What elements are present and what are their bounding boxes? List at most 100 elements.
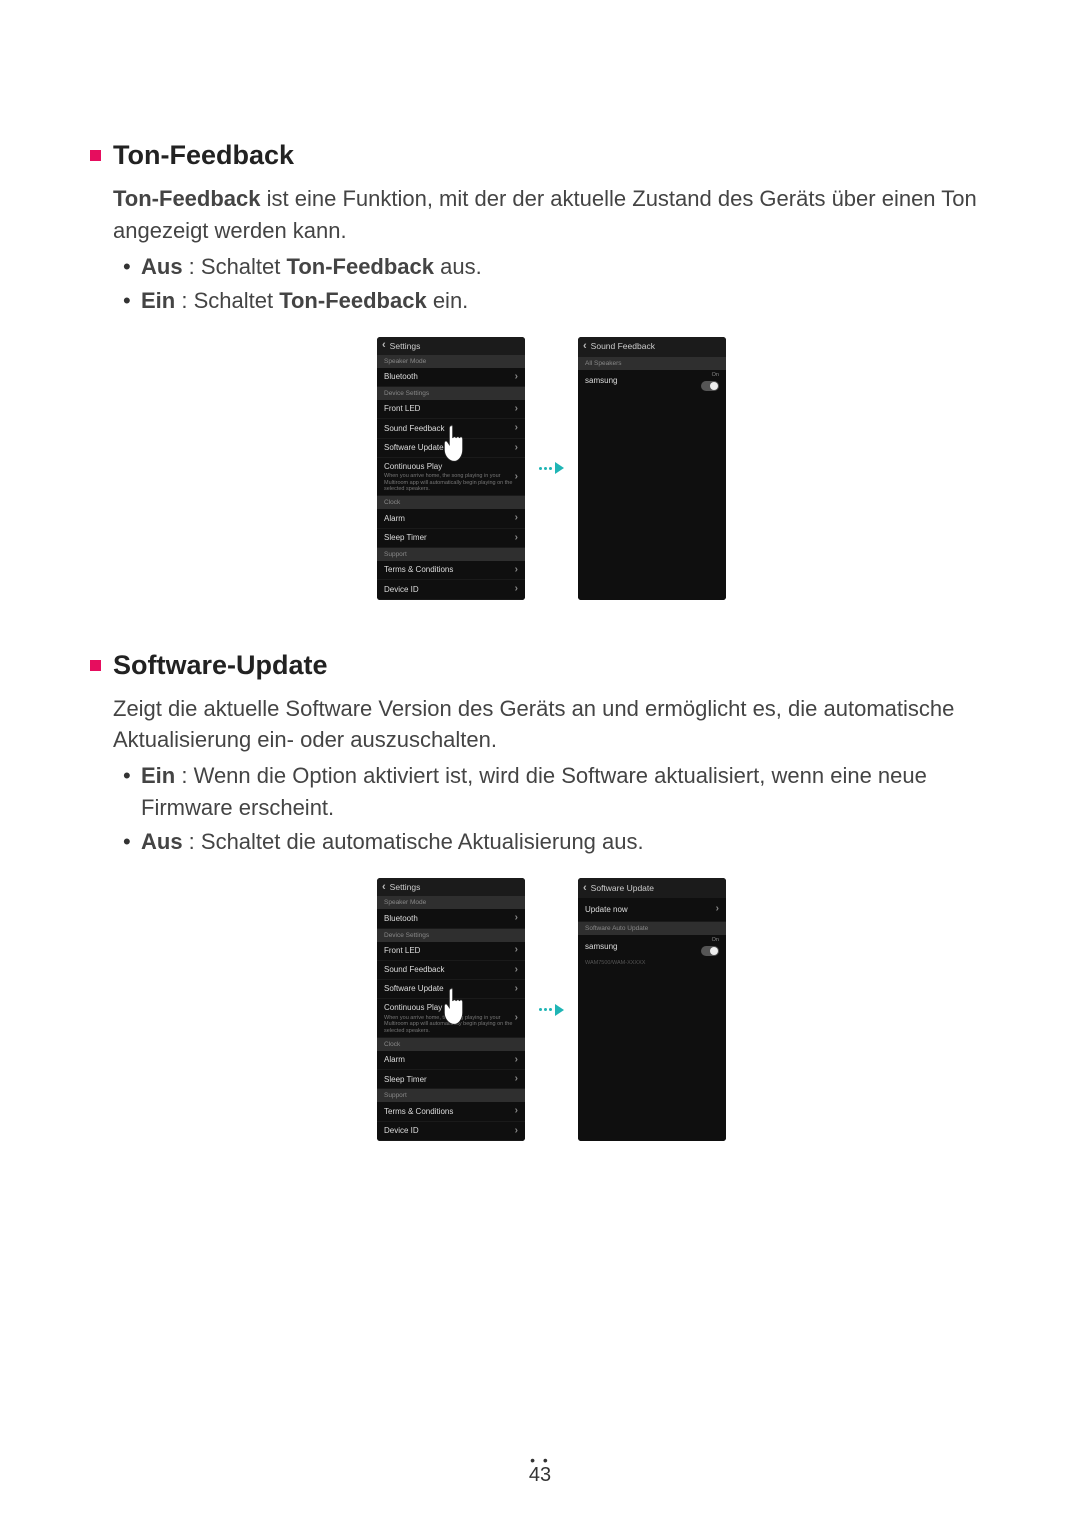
row-label: Terms & Conditions (384, 564, 453, 576)
chevron-right-icon: › (515, 1011, 518, 1026)
row-continuous-play[interactable]: Continuous Play When you arrive home, th… (377, 458, 525, 496)
phone-title: Software Update (591, 882, 654, 894)
row-label: Sound Feedback (384, 423, 445, 435)
row-label: Software Update (384, 442, 444, 454)
phone-header[interactable]: ‹ Settings (377, 878, 525, 896)
phone-header[interactable]: ‹ Software Update (578, 878, 726, 898)
phone-title: Settings (390, 340, 421, 352)
section-ton-feedback: Ton-Feedback Ton-Feedback ist eine Funkt… (90, 140, 990, 600)
chevron-right-icon: › (515, 963, 518, 978)
phone-title: Sound Feedback (591, 340, 655, 352)
phone-title: Settings (390, 881, 421, 893)
chevron-right-icon: › (515, 370, 518, 385)
row-sound-feedback[interactable]: Sound Feedback › (377, 961, 525, 980)
bullet-icon (90, 150, 101, 161)
toggle-wrap: On (701, 937, 719, 956)
row-sleep-timer[interactable]: Sleep Timer› (377, 529, 525, 548)
row-software-update[interactable]: Software Update› (377, 980, 525, 999)
section-label: Software Auto Update (578, 922, 726, 935)
row-alarm[interactable]: Alarm › (377, 1051, 525, 1070)
bullet-icon (90, 660, 101, 671)
toggle-switch[interactable] (701, 381, 719, 391)
row-sub: When you arrive home, the song playing i… (384, 1015, 518, 1035)
chevron-right-icon: › (515, 441, 518, 456)
toggle-switch[interactable] (701, 946, 719, 956)
toggle-label: On (712, 372, 719, 380)
toggle-row-samsung[interactable]: samsung On (578, 370, 726, 393)
phone-header[interactable]: ‹ Settings (377, 337, 525, 355)
list-bold2: Ton-Feedback (287, 254, 435, 279)
list-rest: : Schaltet die automatische Aktualisieru… (183, 829, 644, 854)
row-terms[interactable]: Terms & Conditions › (377, 561, 525, 580)
list-label: Ein (141, 288, 175, 313)
row-label: Sound Feedback (384, 964, 445, 976)
section-label: Support (377, 548, 525, 561)
back-icon[interactable]: ‹ (583, 341, 587, 352)
list-item: Aus : Schaltet Ton-Feedback aus. (113, 251, 990, 283)
list-label: Aus (141, 254, 183, 279)
phone-filler (578, 969, 726, 1141)
row-front-led[interactable]: Front LED› (377, 400, 525, 419)
row-software-update[interactable]: Software Update › (377, 439, 525, 458)
section-title-row: Software-Update (90, 650, 990, 681)
row-sub: When you arrive home, the song playing i… (384, 473, 518, 493)
chevron-right-icon: › (515, 421, 518, 436)
phone-settings: ‹ Settings Speaker Mode Bluetooth› Devic… (377, 337, 525, 600)
section-label: All Speakers (578, 357, 726, 370)
row-label: Continuous Play (384, 1002, 442, 1014)
row-sound-feedback[interactable]: Sound Feedback › (377, 419, 525, 438)
row-front-led[interactable]: Front LED› (377, 942, 525, 961)
section-heading: Software-Update (113, 650, 328, 681)
chevron-right-icon: › (515, 1053, 518, 1068)
row-label: Sleep Timer (384, 1074, 427, 1086)
row-alarm[interactable]: Alarm› (377, 509, 525, 528)
list-item: Aus : Schaltet die automatische Aktualis… (113, 826, 990, 858)
row-continuous-play[interactable]: Continuous Play When you arrive home, th… (377, 999, 525, 1037)
phone-settings: ‹ Settings Speaker Mode Bluetooth› Devic… (377, 878, 525, 1141)
bullet-list: Ein : Wenn die Option aktiviert ist, wir… (113, 760, 990, 858)
section-label: Clock (377, 1038, 525, 1051)
back-icon[interactable]: ‹ (382, 882, 386, 893)
chevron-right-icon: › (515, 1072, 518, 1087)
row-bluetooth[interactable]: Bluetooth› (377, 909, 525, 928)
phone-header[interactable]: ‹ Sound Feedback (578, 337, 726, 357)
row-label: Continuous Play (384, 461, 442, 473)
model-text: WAM7500/WAM-XXXXX (578, 958, 726, 969)
chevron-right-icon: › (515, 563, 518, 578)
section-label: Speaker Mode (377, 896, 525, 909)
arrow-flow-icon (539, 462, 564, 474)
back-icon[interactable]: ‹ (382, 340, 386, 351)
chevron-right-icon: › (716, 902, 719, 917)
row-terms[interactable]: Terms & Conditions› (377, 1102, 525, 1121)
row-device-id[interactable]: Device ID› (377, 580, 525, 599)
toggle-wrap: On (701, 372, 719, 391)
page-dots-icon: • • (529, 1456, 551, 1464)
row-sleep-timer[interactable]: Sleep Timer › (377, 1070, 525, 1089)
row-label: Alarm (384, 1054, 405, 1066)
row-device-id[interactable]: Device ID› (377, 1122, 525, 1141)
section-body: Zeigt die aktuelle Software Version des … (113, 693, 990, 1141)
list-rest: : Wenn die Option aktiviert ist, wird di… (141, 763, 927, 820)
toggle-row-samsung[interactable]: samsung On (578, 935, 726, 958)
row-label: Front LED (384, 945, 420, 957)
toggle-label: On (712, 937, 719, 945)
bullet-list: Aus : Schaltet Ton-Feedback aus. Ein : S… (113, 251, 990, 317)
arrow-flow-icon (539, 1004, 564, 1016)
row-update-now[interactable]: Update now› (578, 898, 726, 922)
section-label: Device Settings (377, 387, 525, 400)
chevron-right-icon: › (515, 1104, 518, 1119)
section-label: Clock (377, 496, 525, 509)
row-label: Front LED (384, 403, 420, 415)
section-label: Device Settings (377, 929, 525, 942)
chevron-right-icon: › (515, 911, 518, 926)
section-body: Ton-Feedback ist eine Funktion, mit der … (113, 183, 990, 600)
row-label: Device ID (384, 584, 419, 596)
row-label: Device ID (384, 1125, 419, 1137)
list-item: Ein : Schaltet Ton-Feedback ein. (113, 285, 990, 317)
intro-paragraph: Zeigt die aktuelle Software Version des … (113, 693, 990, 757)
row-bluetooth[interactable]: Bluetooth› (377, 368, 525, 387)
list-mid: : Schaltet (183, 254, 287, 279)
list-bold2: Ton-Feedback (279, 288, 427, 313)
chevron-right-icon: › (515, 469, 518, 484)
back-icon[interactable]: ‹ (583, 883, 587, 894)
